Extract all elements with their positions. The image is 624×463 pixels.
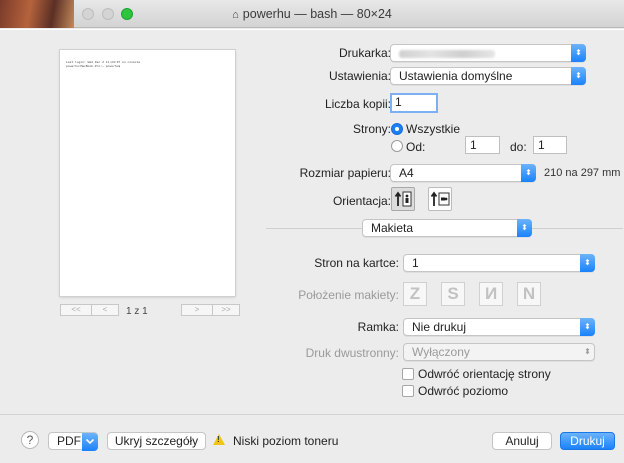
pages-all-radio[interactable] [391, 123, 403, 135]
reverse-orientation-label: Odwróć orientację strony [418, 367, 551, 381]
paper-dimensions: 210 na 297 mm [544, 167, 621, 179]
pages-per-sheet-label: Stron na kartce: [314, 256, 399, 270]
first-page-button[interactable]: << [60, 304, 92, 316]
popup-arrows-icon: ⬍ [517, 219, 532, 237]
pdf-dropdown-arrow-icon [82, 433, 98, 451]
border-label: Ramka: [357, 320, 399, 334]
pages-range-radio[interactable] [391, 140, 403, 152]
page-preview: Last login: Wed Dec 2 11:24:07 on consol… [60, 50, 235, 296]
paper-size-popup[interactable]: A4 ⬍ [390, 164, 536, 182]
window-title-text: powerhu — bash — 80×24 [242, 7, 392, 21]
layout-z-icon: Z [409, 284, 421, 303]
portrait-orientation-icon [394, 191, 412, 207]
layout-direction-n-reverse-button[interactable]: N [479, 282, 503, 306]
layout-direction-n-button[interactable]: N [517, 282, 541, 306]
pages-per-sheet-value: 1 [412, 256, 419, 270]
previous-page-button[interactable]: < [92, 304, 119, 316]
layout-direction-z-button[interactable]: Z [403, 282, 427, 306]
preview-line-2: powerhu:MacBook-Pro:~ powerhu$ [66, 64, 121, 68]
bottom-divider [0, 414, 624, 415]
section-value: Makieta [371, 221, 414, 235]
flip-horizontal-checkbox[interactable] [402, 385, 414, 397]
copies-input[interactable]: 1 [390, 93, 438, 113]
printer-label: Drukarka: [338, 46, 391, 60]
layout-reverse-n-icon: N [484, 284, 498, 303]
window-title: ⌂ powerhu — bash — 80×24 [0, 7, 624, 21]
layout-direction-s-button[interactable]: S [441, 282, 465, 306]
presets-value: Ustawienia domyślne [399, 69, 513, 83]
printer-popup[interactable]: ⬍ [390, 44, 586, 62]
print-button[interactable]: Drukuj [560, 432, 615, 450]
popup-arrows-icon: ⬍ [571, 67, 586, 85]
layout-s-icon: S [447, 284, 459, 303]
duplex-popup[interactable]: Wyłączony ⬍ [403, 343, 595, 361]
orientation-label: Orientacja: [332, 194, 391, 208]
section-popup[interactable]: Makieta ⬍ [362, 219, 532, 237]
warning-icon [213, 434, 225, 445]
duplex-value: Wyłączony [412, 345, 470, 359]
border-popup[interactable]: Nie drukuj ⬍ [403, 318, 595, 336]
page-indicator: 1 z 1 [126, 306, 148, 317]
pages-to-input[interactable]: 1 [533, 136, 567, 154]
copies-label: Liczba kopii: [324, 97, 391, 111]
layout-direction-label: Położenie makiety: [298, 288, 399, 302]
reverse-orientation-checkbox[interactable] [402, 368, 414, 380]
pages-from-label: Od: [406, 140, 426, 154]
popup-arrows-icon: ⬍ [521, 164, 536, 182]
toner-warning-text: Niski poziom toneru [233, 434, 339, 448]
layout-n-icon: N [522, 284, 536, 303]
paper-size-value: A4 [399, 166, 414, 180]
presets-popup[interactable]: Ustawienia domyślne ⬍ [390, 67, 586, 85]
pdf-menu-button[interactable]: PDF [48, 432, 98, 451]
flip-horizontal-label: Odwróć poziomo [418, 384, 509, 398]
paper-size-label: Rozmiar papieru: [299, 166, 391, 180]
border-value: Nie drukuj [412, 320, 467, 334]
pages-from-input[interactable]: 1 [465, 136, 500, 154]
portrait-orientation-button[interactable] [391, 187, 415, 211]
pages-label: Strony: [352, 122, 391, 136]
landscape-orientation-icon [430, 191, 450, 206]
pager-forward-group: > >> [181, 304, 240, 316]
next-page-button[interactable]: > [181, 304, 213, 316]
help-button[interactable]: ? [21, 431, 39, 449]
hide-details-button[interactable]: Ukryj szczegóły [107, 432, 206, 450]
pages-per-sheet-popup[interactable]: 1 ⬍ [403, 254, 595, 272]
popup-arrows-icon: ⬍ [580, 254, 595, 272]
home-icon: ⌂ [232, 9, 239, 21]
title-bar: ⌂ powerhu — bash — 80×24 [0, 0, 624, 28]
duplex-label: Druk dwustronny: [305, 346, 399, 360]
popup-arrows-icon: ⬍ [580, 318, 595, 336]
landscape-orientation-button[interactable] [428, 187, 452, 211]
pages-to-label: do: [510, 140, 527, 154]
pager-back-group: << < [60, 304, 119, 316]
popup-arrows-icon: ⬍ [584, 347, 591, 356]
presets-label: Ustawienia: [328, 69, 391, 83]
pages-all-label: Wszystkie [406, 122, 460, 136]
last-page-button[interactable]: >> [213, 304, 240, 316]
pdf-label: PDF [57, 434, 81, 448]
cancel-button[interactable]: Anuluj [492, 432, 552, 450]
print-dialog-window: ⌂ powerhu — bash — 80×24 Last login: Wed … [0, 0, 624, 463]
printer-name-redacted [399, 49, 495, 58]
popup-arrows-icon: ⬍ [571, 44, 586, 62]
